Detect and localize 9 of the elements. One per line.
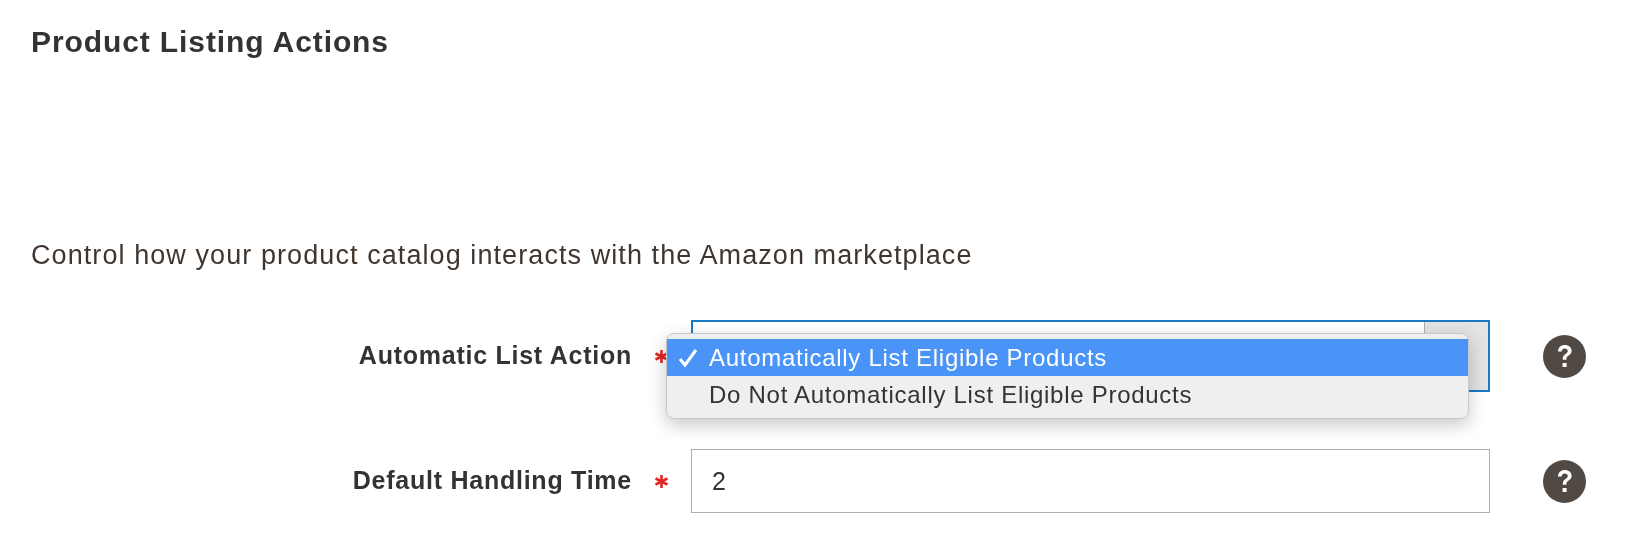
help-icon[interactable] <box>1543 459 1586 503</box>
help-icon[interactable] <box>1543 334 1586 378</box>
field-label: Automatic List Action <box>357 340 632 372</box>
text-field[interactable]: 2 <box>691 449 1490 513</box>
section-title: Product Listing Actions <box>31 24 390 60</box>
section-description: Control how your product catalog interacts with the Amazon marketplace <box>31 240 974 270</box>
field-label: Default Handling Time <box>351 465 632 497</box>
dropdown-option[interactable]: Do Not Automatically List Eligible Products <box>667 376 1468 413</box>
check-icon <box>677 346 699 369</box>
